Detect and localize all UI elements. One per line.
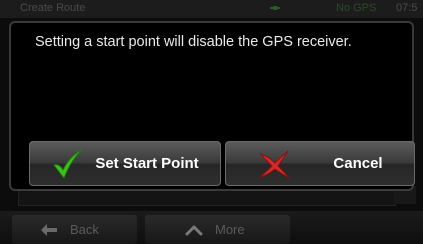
gps-status-text: No GPS <box>336 2 377 14</box>
arrow-left-icon <box>41 223 57 236</box>
clock-time: 07:5 <box>396 2 418 14</box>
more-button-label: More <box>215 222 245 237</box>
chevron-up-icon <box>185 225 203 235</box>
red-x-icon <box>260 150 290 178</box>
back-button[interactable]: Back <box>12 215 137 244</box>
set-start-point-button[interactable]: Set Start Point <box>29 141 221 186</box>
back-button-label: Back <box>70 222 99 237</box>
background-title: Create Route <box>20 2 86 14</box>
confirmation-dialog: Setting a start point will disable the G… <box>9 21 415 191</box>
more-button[interactable]: More <box>145 215 290 244</box>
satellite-icon <box>270 6 280 10</box>
set-start-point-label: Set Start Point <box>95 155 199 172</box>
dialog-message: Setting a start point will disable the G… <box>35 34 352 50</box>
cancel-label: Cancel <box>333 155 383 172</box>
cancel-button[interactable]: Cancel <box>225 141 415 186</box>
checkmark-icon <box>53 148 84 179</box>
